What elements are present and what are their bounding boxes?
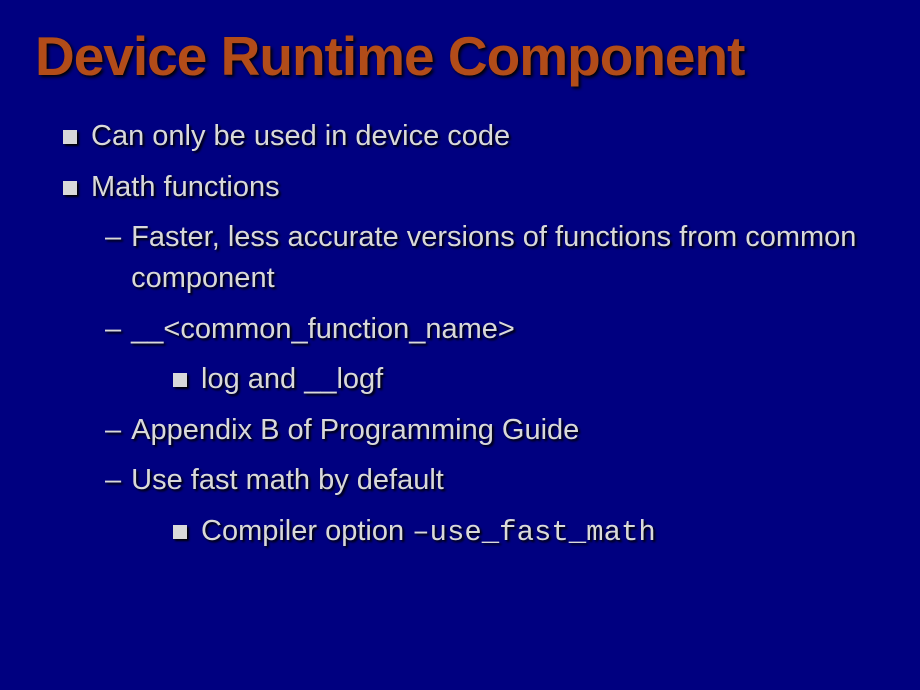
bullet-item: Can only be used in device code [63,116,885,157]
bullet-text: Can only be used in device code [91,116,510,157]
slide-content: Can only be used in device code Math fun… [35,116,885,553]
bullet-text: Math functions [91,167,280,208]
bullet-text: Appendix B of Programming Guide [131,410,579,451]
square-bullet-icon [63,130,77,144]
dash-bullet-icon: – [105,410,121,451]
square-bullet-icon [173,373,187,387]
square-bullet-icon [63,181,77,195]
bullet-item: – Use fast math by default [105,460,885,501]
dash-bullet-icon: – [105,460,121,501]
bullet-text: log and __logf [201,359,383,400]
dash-bullet-icon: – [105,309,121,350]
bullet-text: Compiler option –use_fast_math [201,511,656,554]
bullet-item: – Faster, less accurate versions of func… [105,217,885,298]
bullet-text: Use fast math by default [131,460,444,501]
bullet-item: – Appendix B of Programming Guide [105,410,885,451]
compiler-option-code: –use_fast_math [412,516,656,549]
bullet-text: __<common_function_name> [131,309,515,350]
bullet-text: Faster, less accurate versions of functi… [131,217,885,298]
dash-bullet-icon: – [105,217,121,298]
bullet-item: Math functions [63,167,885,208]
slide-title: Device Runtime Component [35,25,885,88]
bullet-item: – __<common_function_name> [105,309,885,350]
square-bullet-icon [173,525,187,539]
bullet-item: log and __logf [173,359,885,400]
compiler-option-label: Compiler option [201,515,412,547]
bullet-item: Compiler option –use_fast_math [173,511,885,554]
